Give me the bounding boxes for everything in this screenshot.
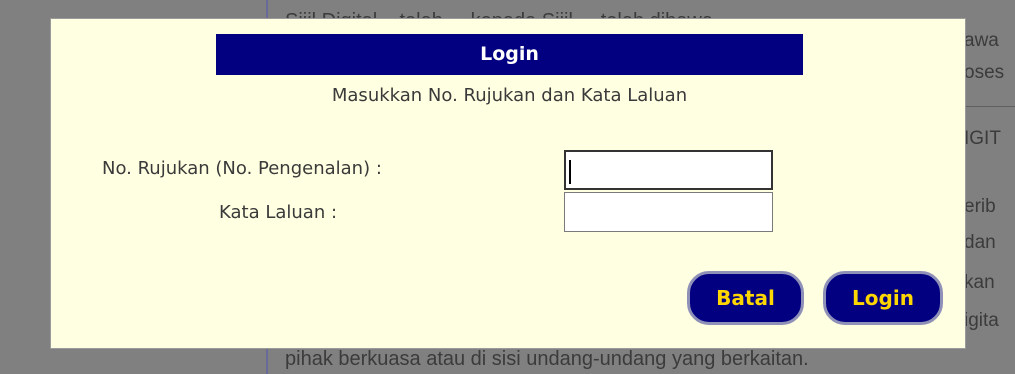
background-text-fragment: kan (964, 272, 995, 293)
background-text-fragment: igita (964, 310, 999, 331)
reference-number-input[interactable] (564, 150, 773, 190)
password-input[interactable] (564, 192, 773, 232)
login-dialog: Login Masukkan No. Rujukan dan Kata Lalu… (50, 18, 966, 349)
cancel-button[interactable]: Batal (687, 271, 804, 325)
background-text-fragment: IGIT (964, 128, 1001, 149)
background-text-bottom: pihak berkuasa atau di sisi undang-undan… (285, 348, 809, 370)
text-caret (569, 160, 571, 184)
password-label: Kata Laluan : (219, 202, 338, 223)
background-text-fragment: oses (964, 62, 1005, 83)
dialog-title: Login (216, 34, 803, 75)
login-button[interactable]: Login (823, 271, 943, 325)
background-text-fragment: dan (964, 232, 996, 253)
background-divider (964, 106, 1015, 107)
dialog-subtitle: Masukkan No. Rujukan dan Kata Laluan (331, 85, 688, 106)
reference-label: No. Rujukan (No. Pengenalan) : (102, 158, 382, 179)
background-text-fragment: erib (964, 196, 996, 217)
background-text-fragment: awa (964, 30, 999, 51)
